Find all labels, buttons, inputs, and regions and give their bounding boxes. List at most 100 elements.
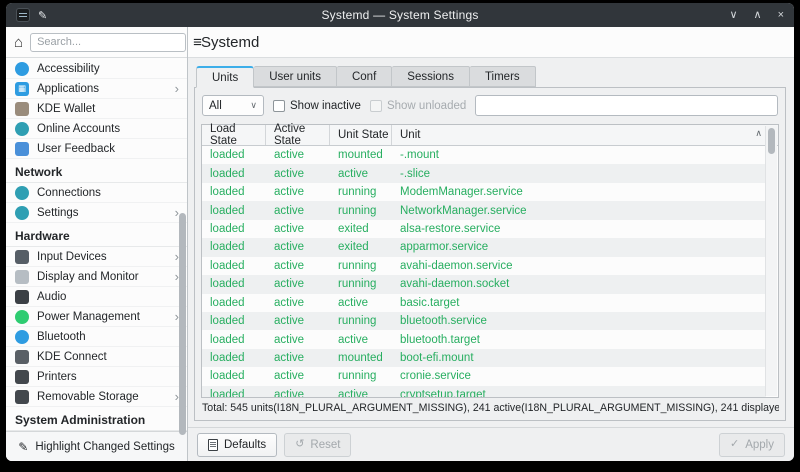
table-row[interactable]: loaded active running avahi-daemon.service [202,256,766,276]
sidebar-item-display-and-monitor[interactable]: Display and Monitor › [6,267,187,287]
cell-unit: NetworkManager.service [400,204,527,217]
table-row[interactable]: loaded active running cronie.service [202,367,766,386]
content-area: Systemd Units User units Conf Sessions Timer… [188,27,794,461]
cell-load-state: loaded [210,388,245,397]
maximize-button[interactable]: ∧ [754,3,762,27]
cell-active-state: active [274,352,305,365]
hamburger-menu-icon[interactable]: ≡ [193,35,202,50]
table-row[interactable]: loaded active exited apparmor.service [202,238,766,257]
sidebar-item-settings[interactable]: Settings › [6,203,187,223]
sidebar-item-connections[interactable]: Connections [6,183,187,203]
sidebar-item-label: Input Devices [37,250,107,263]
sidebar-item-label: Bluetooth [37,330,86,343]
filter-row: All ∨ Show inactive Show unloaded [201,94,779,124]
table-row[interactable]: loaded active active cryptsetup.target [202,385,766,397]
table-row[interactable]: loaded active mounted boot-efi.mount [202,348,766,368]
sidebar-item-input-devices[interactable]: Input Devices › [6,247,187,267]
column-header-load-state[interactable]: Load State [202,123,266,147]
sidebar-item-accessibility[interactable]: Accessibility [6,59,187,79]
table-scrollbar[interactable] [765,126,777,396]
show-inactive-checkbox[interactable]: Show inactive [273,99,361,112]
tab-conf[interactable]: Conf [336,66,393,87]
table-row[interactable]: loaded active active -.slice [202,164,766,183]
sidebar-item-audio[interactable]: Audio [6,287,187,307]
sidebar-search-input[interactable] [30,32,187,52]
cell-active-state: active [274,315,305,328]
tab-sessions[interactable]: Sessions [392,66,470,87]
table-row[interactable]: loaded active active basic.target [202,293,766,312]
sidebar-item-kde-wallet[interactable]: KDE Wallet [6,99,187,119]
sidebar-item-label: Printers [37,370,77,383]
column-header-unit[interactable]: Unit [392,125,766,145]
column-header-unit-state[interactable]: Unit State [330,125,392,145]
cell-unit: -.slice [400,167,431,180]
table-row[interactable]: loaded active exited alsa-restore.service [202,219,766,239]
tab-user-units[interactable]: User units [254,66,337,87]
cell-unit-state: running [338,259,377,272]
sort-ascending-icon[interactable]: ∧ [755,128,762,139]
apply-button-label: Apply [745,438,774,451]
sidebar-item-online-accounts[interactable]: Online Accounts [6,119,187,139]
sidebar-list: Accessibility ▦ Applications › KDE Wallet Onl… [6,58,187,431]
highlight-changed-settings[interactable]: ✎ Highlight Changed Settings [6,431,187,461]
system-settings-window: ✎ Systemd — System Settings ∨ ∧ × ⌂ ≡ Ac… [6,3,794,461]
defaults-button[interactable]: Defaults [197,432,278,457]
sidebar-item-removable-storage[interactable]: Removable Storage › [6,387,187,407]
sidebar-item-kde-connect[interactable]: KDE Connect [6,347,187,367]
input-devices-icon [15,249,29,264]
column-header-active-state[interactable]: Active State [266,123,330,147]
cell-unit: -.mount [400,149,439,162]
cell-active-state: active [274,167,305,180]
defaults-button-label: Defaults [224,438,267,451]
printers-icon [15,369,29,384]
reset-button-label: Reset [310,438,341,451]
sidebar-item-printers[interactable]: Printers [6,367,187,387]
display-monitor-icon [15,269,29,284]
units-table: Load State Active State Unit State Unit … [201,123,779,398]
titlebar[interactable]: ✎ Systemd — System Settings ∨ ∧ × [6,3,794,27]
cell-active-state: active [274,186,305,199]
table-row[interactable]: loaded active mounted -.mount [202,146,766,165]
sidebar-section-network: Network [6,159,187,183]
checkbox-icon [273,99,285,112]
table-row[interactable]: loaded active running bluetooth.service [202,311,766,331]
window-controls: ∨ ∧ × [634,3,784,27]
table-row[interactable]: loaded active running NetworkManager.servic… [202,201,766,220]
cell-load-state: loaded [210,296,245,309]
checkmark-icon: ✓ [730,438,740,450]
tab-units[interactable]: Units [196,66,255,88]
table-row[interactable]: loaded active running ModemManager.service [202,182,766,202]
sidebar-item-label: Connections [37,186,101,199]
table-header: Load State Active State Unit State Unit [202,123,778,147]
sidebar-item-user-feedback[interactable]: User Feedback [6,139,187,159]
table-row[interactable]: loaded active running avahi-daemon.socket [202,275,766,294]
home-icon[interactable]: ⌂ [14,35,23,50]
cell-active-state: active [274,333,305,346]
tab-timers[interactable]: Timers [469,66,536,87]
sidebar-toolbar: ⌂ ≡ [6,27,202,58]
sidebar-item-label: Applications [37,82,100,95]
sidebar-item-power-management[interactable]: Power Management › [6,307,187,327]
kde-wallet-icon [15,101,29,116]
table-scrollbar-thumb[interactable] [767,128,775,154]
cell-unit: avahi-daemon.service [400,259,513,272]
close-button[interactable]: × [778,3,784,27]
cell-active-state: active [274,204,305,217]
minimize-button[interactable]: ∨ [729,3,737,27]
tab-bar: Units User units Conf Sessions Timers [194,66,786,88]
reset-button: ↺ Reset [284,432,352,457]
cell-unit-state: mounted [338,149,383,162]
power-management-icon [15,309,29,324]
window-title: Systemd — System Settings [321,8,479,22]
pin-icon[interactable]: ✎ [38,9,47,22]
sidebar-item-applications[interactable]: ▦ Applications › [6,79,187,99]
kde-connect-icon [15,349,29,364]
cell-active-state: active [274,241,305,254]
table-row[interactable]: loaded active active bluetooth.target [202,330,766,349]
cell-unit-state: running [338,278,377,291]
sidebar-item-bluetooth[interactable]: Bluetooth [6,327,187,347]
unit-filter-input[interactable] [475,95,778,116]
desktop-background: ✎ Systemd — System Settings ∨ ∧ × ⌂ ≡ Ac… [0,0,800,472]
sidebar-scrollbar[interactable] [179,213,186,435]
filter-combobox[interactable]: All ∨ [202,95,264,116]
